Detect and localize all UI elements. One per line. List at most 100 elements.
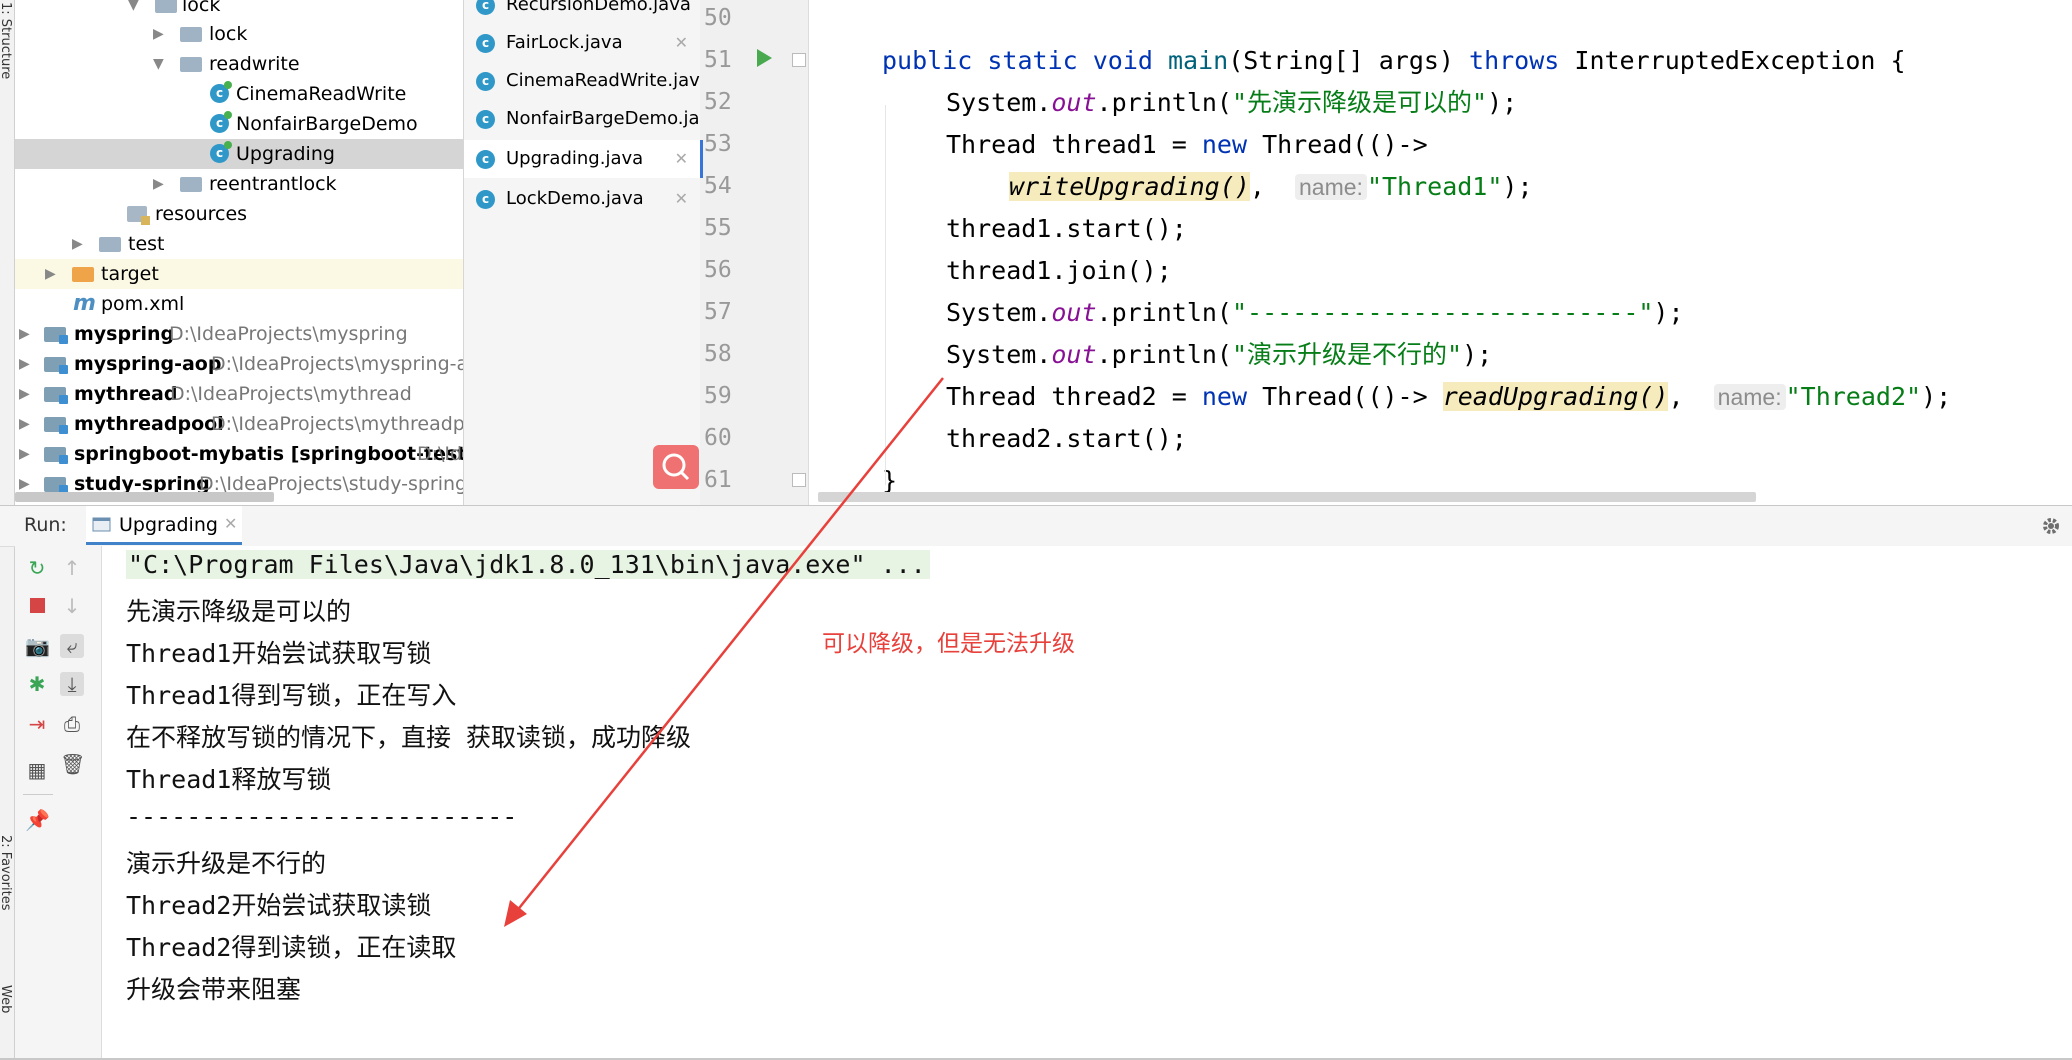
chevron-right-icon[interactable]: ▶ (153, 169, 164, 199)
search-button[interactable] (653, 445, 699, 489)
indent-guide (885, 105, 886, 485)
tree-item-reentrantlock[interactable]: ▶ reentrantlock (15, 169, 463, 199)
line-number: 55 (704, 215, 732, 241)
chevron-right-icon[interactable]: ▶ (19, 319, 30, 349)
tree-item-test[interactable]: ▶ test (15, 229, 463, 259)
tree-item-cinemareadwrite[interactable]: c CinemaReadWrite (15, 79, 463, 109)
soft-wrap-icon[interactable]: ⤶ (60, 634, 84, 658)
tree-item-path: D:\IdeaProjects\myspring-aop (211, 353, 464, 375)
close-icon[interactable]: ✕ (675, 24, 688, 62)
tree-item-pom[interactable]: m pom.xml (15, 289, 463, 319)
tree-item-lock-root[interactable]: ▼ lock (15, 0, 463, 20)
favorites-tool-label[interactable]: 2: Favorites (0, 835, 13, 911)
layout-icon[interactable]: ▦ (25, 758, 49, 782)
debug-icon[interactable]: ✱ (25, 672, 49, 696)
tree-item-upgrading[interactable]: c Upgrading (15, 139, 463, 169)
run-tab-label: Upgrading (119, 514, 218, 536)
java-class-icon: c (210, 141, 232, 163)
console-output[interactable]: "C:\Program Files\Java\jdk1.8.0_131\bin\… (102, 546, 2072, 1060)
run-gutter-icon[interactable] (757, 49, 772, 67)
console-line: 演示升级是不行的 (126, 849, 327, 878)
chevron-right-icon[interactable]: ▶ (72, 229, 83, 259)
chevron-down-icon[interactable]: ▼ (128, 0, 139, 20)
java-class-icon: c (476, 190, 495, 209)
chevron-right-icon[interactable]: ▶ (19, 409, 30, 439)
chevron-right-icon[interactable]: ▶ (45, 259, 56, 289)
tree-item-module-springboot-mybatis[interactable]: ▶ springboot-mybatis [springboot-test] D… (15, 439, 463, 469)
tree-horizontal-scrollbar[interactable] (15, 492, 274, 502)
tab-fairlock[interactable]: c FairLock.java ✕ (464, 24, 700, 62)
trash-icon[interactable]: 🗑 (60, 752, 85, 776)
tree-item-module-mythread[interactable]: ▶ mythread D:\IdeaProjects\mythread (15, 379, 463, 409)
chevron-right-icon[interactable]: ▶ (19, 349, 30, 379)
maven-icon: m (73, 291, 96, 316)
fold-marker-icon[interactable] (792, 53, 806, 67)
line-number: 52 (704, 89, 732, 115)
tab-upgrading[interactable]: c Upgrading.java ✕ (464, 140, 700, 178)
editor-tabs-panel: c RecursionDemo.java c FairLock.java ✕ c… (464, 0, 701, 505)
arrow-down-icon[interactable]: ↓ (60, 594, 84, 618)
run-toolbar: ↻ ↑ ↓ 📷 ⤶ ✱ ⤓ ⇥ ⎙ 🗑 ▦ 📌 (15, 546, 102, 1060)
close-icon[interactable]: ✕ (224, 514, 237, 533)
tree-item-label: resources (155, 203, 248, 225)
chevron-right-icon[interactable]: ▶ (19, 439, 30, 469)
tree-item-label: pom.xml (101, 293, 185, 315)
tree-item-lock[interactable]: ▶ lock (15, 19, 463, 49)
stop-icon[interactable] (25, 594, 49, 618)
close-icon[interactable]: ✕ (675, 180, 688, 218)
print-icon[interactable]: ⎙ (60, 712, 84, 736)
pin-icon[interactable]: 📌 (25, 808, 50, 832)
code-line-51: public static void main(String[] args) t… (882, 46, 1906, 75)
tree-item-label: lock (182, 0, 221, 16)
web-tool-label[interactable]: Web (0, 985, 13, 1013)
arrow-up-icon[interactable]: ↑ (60, 556, 84, 580)
java-class-icon: c (476, 72, 495, 91)
java-class-icon: c (476, 150, 495, 169)
tree-item-path: D:\IdeaProjects\mythreadpool (211, 413, 464, 435)
line-number: 54 (704, 173, 732, 199)
camera-icon[interactable]: 📷 (25, 634, 50, 658)
tab-lockdemo[interactable]: c LockDemo.java ✕ (464, 180, 700, 218)
editor-horizontal-scrollbar[interactable] (818, 492, 1756, 502)
structure-tool-label[interactable]: 1: Structure (0, 2, 13, 79)
tree-item-label: myspring (74, 323, 175, 345)
line-number: 60 (704, 425, 732, 451)
tree-item-nonfairbargedemo[interactable]: c NonfairBargeDemo (15, 109, 463, 139)
module-icon (44, 327, 68, 344)
tree-item-readwrite[interactable]: ▼ readwrite (15, 49, 463, 79)
gear-icon[interactable] (2040, 515, 2062, 537)
code-line-55: thread1.start(); (946, 214, 1187, 243)
parameter-hint: name: (1713, 384, 1786, 410)
tree-item-module-mythreadpool[interactable]: ▶ mythreadpool D:\IdeaProjects\mythreadp… (15, 409, 463, 439)
exit-icon[interactable]: ⇥ (25, 712, 49, 736)
run-tab-upgrading[interactable]: Upgrading ✕ (86, 506, 242, 545)
tree-item-module-myspring-aop[interactable]: ▶ myspring-aop D:\IdeaProjects\myspring-… (15, 349, 463, 379)
console-line: 在不释放写锁的情况下，直接 获取读锁，成功降级 (126, 723, 692, 752)
tree-item-path: D:\IdeaProjects\myspring (169, 323, 408, 345)
tree-item-path: D:\Ide (417, 443, 463, 465)
tab-nonfairbargedemo[interactable]: c NonfairBargeDemo.java (464, 100, 700, 138)
console-line: 升级会带来阻塞 (126, 975, 302, 1004)
tab-recursiondemo[interactable]: c RecursionDemo.java (464, 0, 700, 24)
code-editor[interactable]: public static void main(String[] args) t… (809, 0, 2072, 505)
fold-marker-icon[interactable] (792, 473, 806, 487)
module-icon (44, 447, 68, 464)
chevron-right-icon[interactable]: ▶ (153, 19, 164, 49)
tree-item-label: springboot-mybatis [springboot-test] (74, 443, 464, 465)
tree-item-label: myspring-aop (74, 353, 222, 375)
tree-item-target[interactable]: ▶ target (15, 259, 463, 289)
close-icon[interactable]: ✕ (675, 140, 688, 178)
chevron-down-icon[interactable]: ▼ (153, 49, 164, 79)
code-line-54: writeUpgrading(), name: "Thread1"); (1009, 172, 1533, 201)
scroll-to-end-icon[interactable]: ⤓ (60, 672, 84, 696)
tree-item-label: reentrantlock (209, 173, 337, 195)
tree-item-label: lock (209, 23, 248, 45)
tab-cinemareadwrite[interactable]: c CinemaReadWrite.java (464, 62, 700, 100)
tree-item-module-myspring[interactable]: ▶ myspring D:\IdeaProjects\myspring (15, 319, 463, 349)
tab-label: RecursionDemo.java (506, 0, 691, 15)
chevron-right-icon[interactable]: ▶ (19, 379, 30, 409)
rerun-icon[interactable]: ↻ (25, 556, 49, 580)
tree-item-resources[interactable]: resources (15, 199, 463, 229)
tab-label: NonfairBargeDemo.java (506, 108, 701, 129)
module-icon (44, 417, 68, 434)
